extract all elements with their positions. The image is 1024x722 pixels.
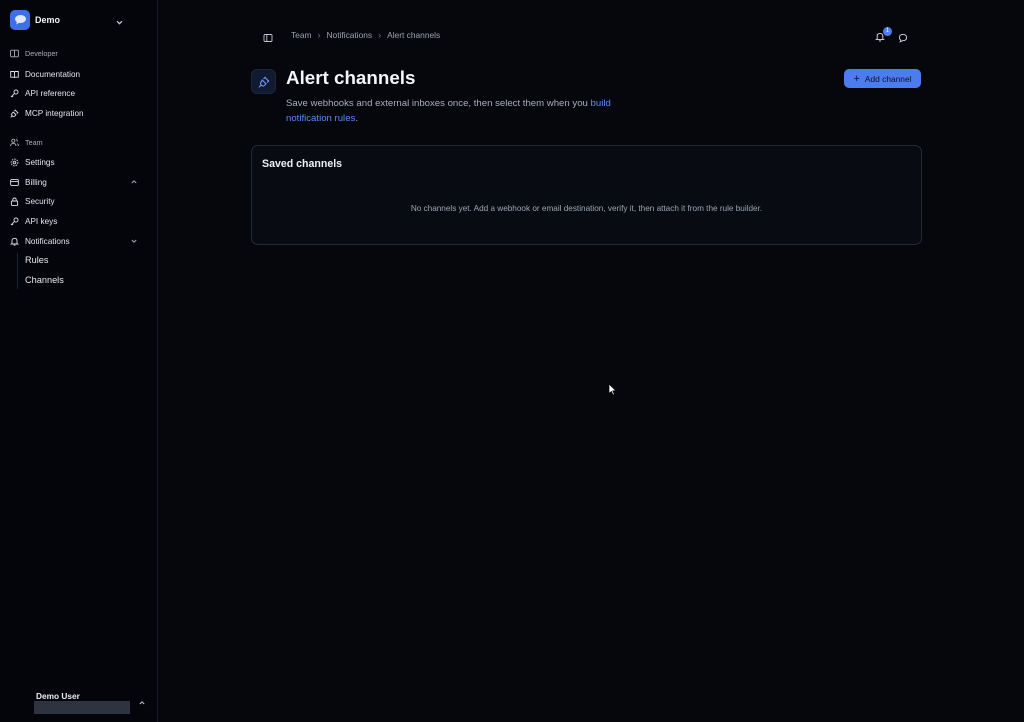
sidebar-subitem-channels[interactable]: Channels [25, 272, 64, 288]
chevron-up-icon[interactable] [138, 699, 146, 707]
mouse-cursor-icon [608, 383, 617, 401]
key-icon [10, 217, 19, 225]
notification-count-badge: 1 [883, 27, 892, 36]
gear-icon [10, 158, 19, 166]
app-root: Demo Developer Documentation API referen… [0, 0, 1024, 722]
sidebar-item-label: Security [25, 196, 55, 206]
book-icon [10, 70, 19, 78]
sidebar-item-mcp-integration[interactable]: MCP integration [10, 105, 147, 121]
plus-icon: + [853, 72, 860, 85]
saved-channels-title: Saved channels [262, 158, 343, 170]
sidebar-item-api-reference[interactable]: API reference [10, 85, 147, 101]
sidebar-item-label: Documentation [25, 69, 81, 79]
page-description: Save webhooks and external inboxes once,… [286, 96, 646, 126]
sidebar: Demo Developer Documentation API referen… [0, 0, 158, 722]
submenu-line [17, 253, 18, 289]
key-icon [10, 89, 19, 97]
description-text: Save webhooks and external inboxes once,… [286, 98, 591, 109]
sidebar-item-label: Settings [25, 157, 55, 167]
chevron-down-icon[interactable] [130, 237, 138, 245]
description-suffix: . [355, 113, 358, 124]
group-developer: Developer [10, 46, 58, 60]
sidebar-item-billing[interactable]: Billing [10, 174, 147, 190]
saved-channels-card: Saved channels No channels yet. Add a we… [251, 145, 922, 245]
main-content: Team › Notifications › Alert channels 1 … [158, 0, 1024, 722]
breadcrumb-current: Alert channels [387, 30, 441, 40]
user-menu[interactable]: Demo User [34, 691, 148, 715]
sidebar-item-label: Notifications [25, 236, 70, 246]
breadcrumb-notifications[interactable]: Notifications [326, 30, 372, 40]
sidebar-item-label: API keys [25, 216, 58, 226]
sidebar-toggle-icon[interactable] [263, 30, 273, 48]
chevron-down-icon[interactable] [115, 14, 124, 32]
add-channel-label: Add channel [864, 73, 912, 84]
workspace-name: Demo [35, 14, 61, 25]
sidebar-item-settings[interactable]: Settings [10, 154, 147, 170]
breadcrumb-separator-icon: › [317, 30, 321, 40]
group-developer-label: Developer [25, 48, 58, 58]
chat-bubble-icon[interactable] [898, 30, 908, 48]
lock-icon [10, 197, 19, 206]
user-name: Demo User [36, 691, 80, 701]
breadcrumb: Team › Notifications › Alert channels [291, 29, 440, 41]
user-email-redacted [34, 701, 130, 714]
add-channel-button[interactable]: + Add channel [844, 69, 921, 88]
sidebar-item-notifications[interactable]: Notifications [10, 233, 147, 249]
credit-card-icon [10, 178, 19, 186]
top-actions: 1 [875, 26, 915, 44]
plug-icon [10, 108, 19, 118]
chevron-up-icon[interactable] [130, 178, 138, 186]
sidebar-item-label: MCP integration [25, 108, 84, 118]
workspace-switcher[interactable]: Demo [10, 9, 150, 30]
layout-icon [10, 49, 19, 57]
empty-state-message: No channels yet. Add a webhook or email … [410, 204, 763, 213]
page-title: Alert channels [286, 67, 416, 88]
group-team: Team [10, 135, 43, 149]
sidebar-item-label: Billing [25, 177, 47, 187]
sidebar-item-documentation[interactable]: Documentation [10, 66, 147, 82]
breadcrumb-separator-icon: › [378, 30, 382, 40]
workspace-logo-icon [10, 9, 30, 30]
sidebar-subitem-rules[interactable]: Rules [25, 252, 49, 268]
group-team-label: Team [25, 137, 43, 147]
sidebar-item-label: API reference [25, 88, 76, 98]
notifications-button[interactable]: 1 [875, 27, 892, 47]
plug-icon [251, 69, 276, 94]
sidebar-item-security[interactable]: Security [10, 193, 147, 209]
bell-icon [10, 237, 19, 246]
sidebar-item-api-keys[interactable]: API keys [10, 213, 147, 229]
users-icon [10, 138, 19, 146]
breadcrumb-team[interactable]: Team [291, 30, 311, 40]
